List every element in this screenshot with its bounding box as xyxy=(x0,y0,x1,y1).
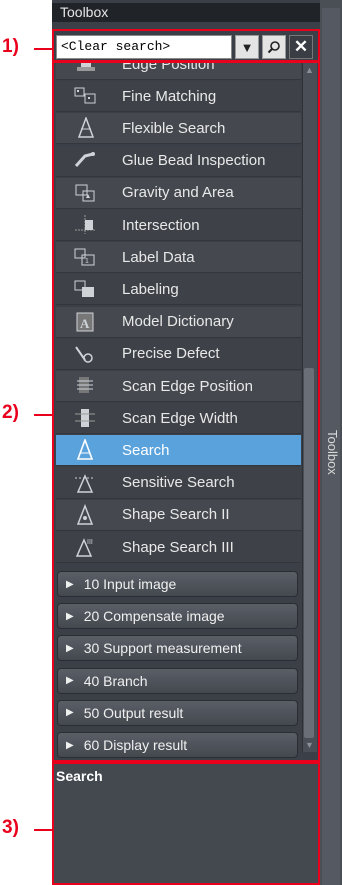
callout-2-line xyxy=(34,414,52,416)
panel-title: Toolbox xyxy=(52,3,320,22)
callout-box-list xyxy=(52,60,320,762)
callout-3: 3) xyxy=(2,817,19,838)
toolbox-side-tab-label: Toolbox xyxy=(325,430,340,475)
callout-box-search xyxy=(52,29,320,63)
callout-box-description xyxy=(52,762,320,885)
callout-3-line xyxy=(34,829,52,831)
callout-2: 2) xyxy=(2,402,19,423)
callout-1: 1) xyxy=(2,36,19,57)
callout-1-line xyxy=(34,48,52,50)
